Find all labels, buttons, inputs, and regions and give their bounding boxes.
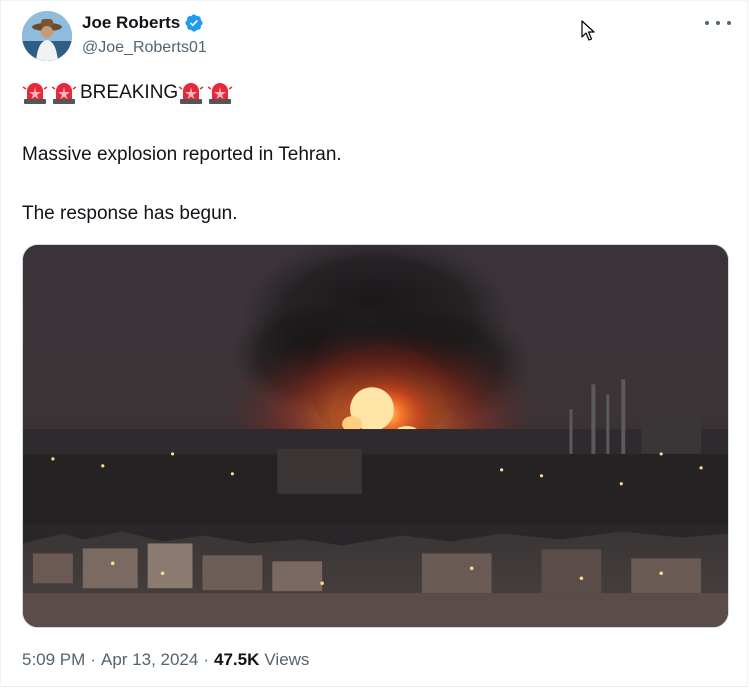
headline-text: BREAKING [80, 82, 179, 103]
author-name-row[interactable]: Joe Roberts [82, 13, 204, 33]
tweet-headline: BREAKING [22, 81, 236, 105]
tweet-text-line-1: Massive explosion reported in Tehran. [22, 144, 342, 165]
author-handle[interactable]: @Joe_Roberts01 [82, 39, 207, 57]
tweet-card[interactable]: Joe Roberts @Joe_Roberts01 BREAKING Mass… [0, 0, 748, 687]
police-light-icon [22, 81, 48, 105]
views-count[interactable]: 47.5K [214, 650, 259, 670]
avatar[interactable] [22, 11, 72, 61]
tweet-media-image[interactable] [22, 244, 729, 628]
more-options-icon[interactable] [705, 14, 731, 32]
separator-dot: · [203, 650, 210, 669]
police-light-icon [178, 81, 204, 105]
author-name[interactable]: Joe Roberts [82, 13, 180, 33]
tweet-text-line-2: The response has begun. [22, 203, 238, 224]
verified-badge-icon [184, 13, 204, 33]
tweet-date[interactable]: Apr 13, 2024 [101, 650, 198, 670]
tweet-time[interactable]: 5:09 PM [22, 650, 85, 670]
views-label: Views [264, 650, 310, 669]
mouse-pointer-icon [581, 20, 595, 42]
separator-dot: · [90, 650, 96, 669]
police-light-icon [207, 81, 233, 105]
police-light-icon [51, 81, 77, 105]
tweet-metadata: 5:09 PM · Apr 13, 2024 · 47.5K Views [22, 650, 309, 670]
